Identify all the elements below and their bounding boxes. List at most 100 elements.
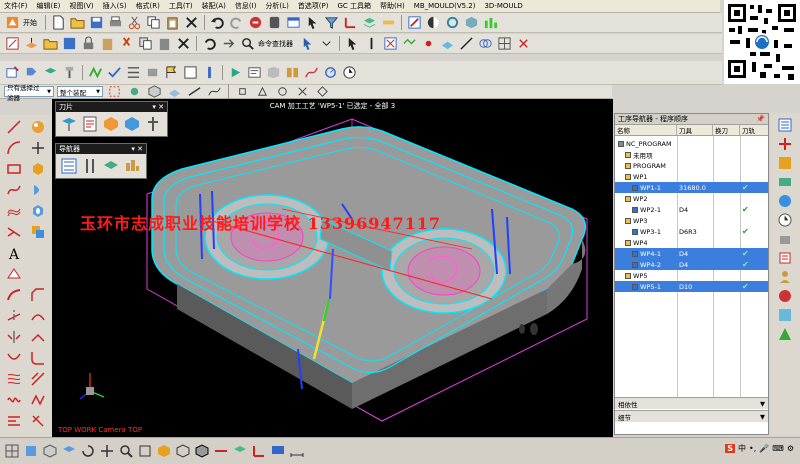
snap-end-icon[interactable] — [234, 83, 251, 100]
table-row[interactable]: WP3-1 D6R3 ✔ — [615, 226, 768, 237]
dependencies-panel[interactable]: 相依性 ▼ — [615, 397, 768, 409]
menu-item[interactable]: 帮助(H) — [380, 1, 405, 11]
paste-icon[interactable] — [164, 14, 181, 31]
select-all-icon[interactable] — [106, 83, 123, 100]
delete-icon[interactable] — [183, 14, 200, 31]
machine-icon[interactable] — [144, 64, 161, 81]
table-row[interactable]: WP5-1 D10 ✔ — [615, 281, 768, 292]
menu-item[interactable]: 编辑(E) — [37, 1, 61, 11]
palette-title-bar[interactable]: 导航器 ▾ ✕ — [56, 144, 146, 154]
select-arrow-icon[interactable] — [304, 14, 321, 31]
table-row[interactable]: NC_PROGRAM — [615, 138, 768, 149]
snap-grid-icon[interactable] — [4, 443, 20, 459]
chevron-down-icon[interactable]: ▼ — [760, 400, 765, 408]
close-icon[interactable]: ▾ ✕ — [152, 103, 167, 111]
new-file-icon[interactable] — [50, 14, 67, 31]
copy-icon[interactable] — [145, 14, 162, 31]
point-icon[interactable] — [420, 35, 437, 52]
dropdown-icon[interactable] — [318, 35, 335, 52]
menu-item[interactable]: 格式(R) — [136, 1, 160, 11]
history-icon[interactable] — [777, 212, 793, 228]
line-icon[interactable] — [2, 117, 26, 137]
pin-icon[interactable] — [144, 115, 162, 133]
pin-icon[interactable]: 📌 — [756, 115, 765, 123]
table-row[interactable]: WP2-1 D4 ✔ — [615, 204, 768, 215]
lock-icon[interactable] — [80, 35, 97, 52]
create-tool-icon[interactable] — [23, 64, 40, 81]
orient-icon[interactable] — [444, 14, 461, 31]
print-icon[interactable] — [107, 14, 124, 31]
redo-icon[interactable] — [228, 14, 245, 31]
program-view-icon[interactable] — [182, 64, 199, 81]
selection-arrow-icon[interactable] — [299, 35, 316, 52]
menu-item[interactable]: 3D-MOULD — [484, 2, 522, 10]
program-icon[interactable] — [81, 115, 99, 133]
zoom-icon[interactable] — [118, 443, 134, 459]
operation-navigator-icon[interactable] — [777, 250, 793, 266]
chamfer-icon[interactable] — [27, 285, 51, 305]
helix-icon[interactable] — [2, 369, 26, 389]
save-as-icon[interactable] — [61, 35, 78, 52]
geometry-view-icon[interactable] — [102, 157, 120, 175]
face-icon[interactable] — [166, 83, 183, 100]
punctuation-icon[interactable]: •, — [749, 444, 756, 453]
fit-icon[interactable] — [137, 443, 153, 459]
join-icon[interactable] — [27, 327, 51, 347]
snap-mid-icon[interactable] — [254, 83, 271, 100]
tool-path-icon[interactable] — [303, 64, 320, 81]
spline-icon[interactable] — [2, 180, 26, 200]
menu-item[interactable]: 文件(F) — [4, 1, 28, 11]
paste-icon-2[interactable] — [156, 35, 173, 52]
sweep-icon[interactable] — [2, 285, 26, 305]
coordinate-icon[interactable] — [342, 14, 359, 31]
simulate-icon[interactable] — [227, 64, 244, 81]
extrude-icon[interactable] — [23, 35, 40, 52]
window-icon[interactable] — [285, 14, 302, 31]
grid-icon[interactable] — [496, 35, 513, 52]
shop-doc-icon[interactable] — [265, 64, 282, 81]
cursor-icon[interactable] — [344, 35, 361, 52]
wcs-icon[interactable] — [251, 443, 267, 459]
sogou-ime-icon[interactable]: S — [725, 444, 736, 453]
reuse-library-icon[interactable] — [777, 174, 793, 190]
layer-icon[interactable] — [361, 14, 378, 31]
settings-gear-icon[interactable]: ⚙ — [787, 444, 794, 453]
offset-curve-icon[interactable] — [2, 201, 26, 221]
tool-view-icon[interactable] — [201, 64, 218, 81]
shaded-icon[interactable] — [156, 443, 172, 459]
filter-icon[interactable] — [323, 14, 340, 31]
analysis-icon[interactable] — [482, 14, 499, 31]
menu-item[interactable]: 插入(S) — [103, 1, 127, 11]
pin-icon[interactable] — [363, 35, 380, 52]
menu-item[interactable]: 信息(I) — [235, 1, 257, 11]
vector-icon[interactable] — [458, 35, 475, 52]
column-toolpath[interactable]: 刀轨 — [740, 125, 768, 135]
clock-icon[interactable] — [341, 64, 358, 81]
close-icon[interactable]: ▾ ✕ — [131, 145, 146, 153]
render-style-icon[interactable] — [27, 117, 51, 137]
rectangle-icon[interactable] — [2, 159, 26, 179]
point-plus-icon[interactable] — [27, 138, 51, 158]
open-folder-icon[interactable] — [69, 14, 86, 31]
menu-item[interactable]: 视图(V) — [69, 1, 93, 11]
repeat-command-icon[interactable] — [247, 14, 264, 31]
rotate-icon[interactable] — [80, 443, 96, 459]
table-row[interactable]: PROGRAM — [615, 160, 768, 171]
hole-icon[interactable] — [27, 201, 51, 221]
generate-path-icon[interactable] — [87, 64, 104, 81]
command-finder-icon[interactable] — [239, 35, 256, 52]
workpiece-icon[interactable] — [463, 14, 480, 31]
palette-icon[interactable] — [777, 307, 793, 323]
language-icon[interactable]: 中 — [738, 443, 746, 454]
snap-center-icon[interactable] — [274, 83, 291, 100]
cube-icon[interactable] — [146, 83, 163, 100]
cut-icon[interactable] — [126, 14, 143, 31]
create-method-icon[interactable] — [61, 64, 78, 81]
touch-mode-icon[interactable] — [266, 14, 283, 31]
menu-item[interactable]: 首选项(P) — [298, 1, 329, 11]
measure-distance-icon[interactable] — [289, 443, 305, 459]
boolean-icon[interactable] — [27, 222, 51, 242]
close-icon[interactable] — [175, 35, 192, 52]
roles-icon[interactable] — [777, 269, 793, 285]
menu-item[interactable]: 装配(A) — [202, 1, 226, 11]
